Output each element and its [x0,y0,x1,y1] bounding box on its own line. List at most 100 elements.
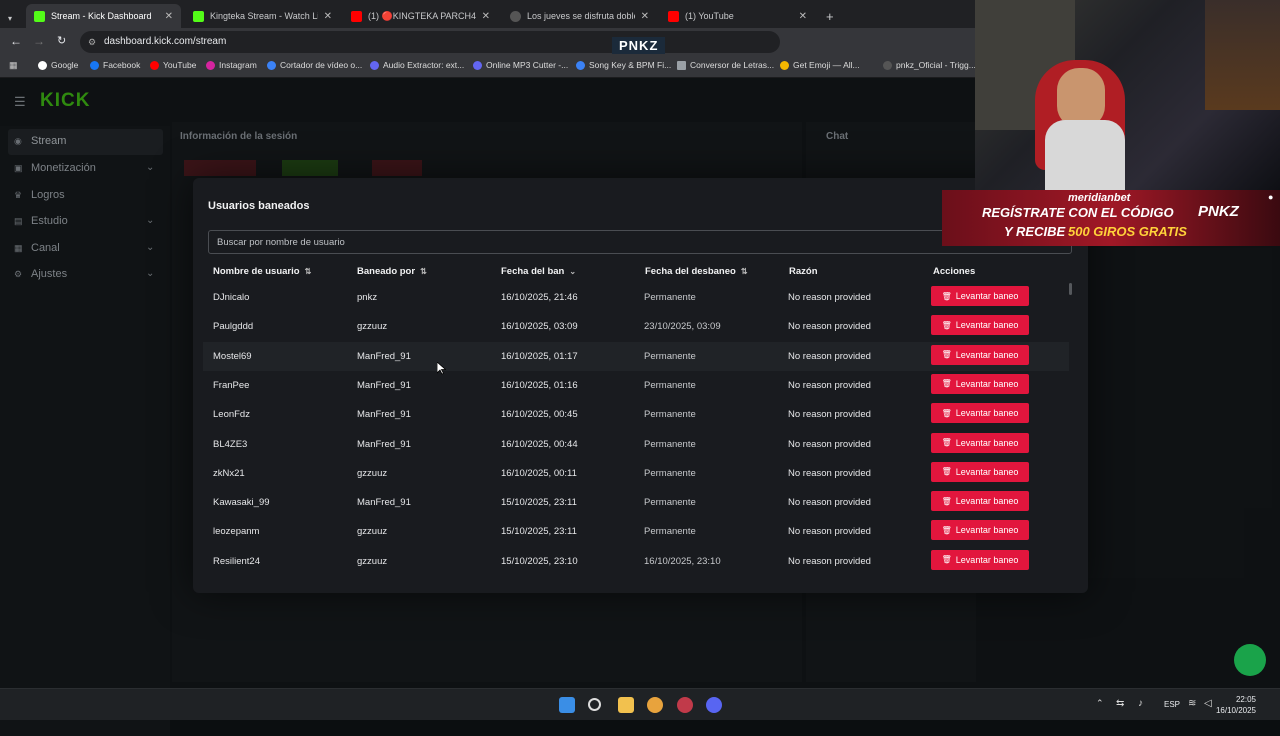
search-icon[interactable] [588,698,601,711]
network-icon[interactable]: ⇆ [1116,698,1124,709]
banner-line2b: 500 GIROS GRATIS [1068,224,1187,239]
bookmark-audio-extractor[interactable]: Audio Extractor: ext... [370,60,464,70]
sidebar-item-label: Estudio [31,215,68,227]
sidebar-item-stream[interactable]: ◉ Stream [14,135,66,147]
close-icon[interactable]: ● [1268,192,1273,202]
scrollbar[interactable] [1069,283,1072,295]
sidebar-item-ajustes[interactable]: ⚙ Ajustes [14,268,67,280]
unban-button[interactable]: 🗑 Levantar baneo [931,461,1029,482]
forward-icon[interactable]: → [33,34,45,48]
bookmark-song-key[interactable]: Song Key & BPM Fi... [576,60,671,70]
cell-banned-by: ManFred_91 [357,350,411,362]
bookmarks-bar: ▦ Google Facebook YouTube Instagram Cort… [0,56,976,78]
table-row: zkNx21 gzzuuz 16/10/2025, 00:11 Permanente N… [203,459,1069,488]
sidebar-item-logros[interactable]: ♛ Logros [14,189,65,201]
support-button[interactable] [1234,644,1266,676]
tab-youtube[interactable]: (1) YouTube ✕ [660,4,815,28]
dashboard-sidebar: ◉ Stream ▣ Monetización ⌄ ♛ Logros ▤ Estudio… [0,126,170,736]
tab-label: Kingteka Stream - Watch Live o [210,11,318,21]
kick-logo[interactable]: KICK [40,90,90,112]
menu-icon[interactable]: ☰ [14,94,26,110]
close-icon[interactable]: ✕ [476,11,490,22]
sidebar-item-label: Logros [31,189,65,201]
cell-unban-date: Permanente [644,526,696,538]
unban-button-label: Levantar baneo [955,378,1019,389]
table-row: Kawasaki_99 ManFred_91 15/10/2025, 23:11 Pe… [203,488,1069,517]
cell-banned-by: ManFred_91 [357,379,411,391]
bookmark-label: pnkz_Oficial - Trigg... [896,60,976,70]
unban-button[interactable]: 🗑 Levantar baneo [931,286,1029,306]
chevron-up-icon[interactable]: ⌃ [1096,698,1104,709]
column-header-unban-date[interactable]: Fecha del desbaneo ⇅ [645,266,748,277]
banner-brand: meridianbet [1068,192,1131,204]
site-info-icon[interactable]: ⚙ [88,31,96,53]
close-icon[interactable]: ✕ [793,11,807,22]
chrome-icon[interactable] [647,697,663,713]
chevron-down-icon[interactable]: ⌄ [146,215,154,226]
chat-settings-panel [1084,248,1244,578]
reload-icon[interactable]: ↻ [57,34,66,47]
tab-youtube-live[interactable]: (1) 🔴KINGTEKA PARCH4 A CI ✕ [343,4,498,28]
tab-search-button[interactable]: ▾ [4,6,16,30]
sidebar-item-estudio[interactable]: ▤ Estudio [14,215,68,227]
chat-title: Chat [826,131,849,142]
sidebar-item-monetizacion[interactable]: ▣ Monetización [14,162,96,174]
header-label: Baneado por [357,266,416,277]
discord-icon[interactable] [706,697,722,713]
column-header-ban-date[interactable]: Fecha del ban ⌄ [501,266,576,277]
language-indicator[interactable]: ESP [1164,700,1180,709]
unban-button[interactable]: 🗑 Levantar baneo [931,432,1029,453]
close-icon[interactable]: ✕ [318,11,332,22]
session-title: Información de la sesión [180,131,298,142]
column-header-banned-by[interactable]: Baneado por ⇅ [357,266,427,277]
back-icon[interactable]: ← [10,34,22,48]
chevron-down-icon[interactable]: ⌄ [146,242,154,253]
bookmark-facebook[interactable]: Facebook [90,60,140,70]
close-icon[interactable]: ✕ [635,11,649,22]
cell-username: Mostel69 [213,350,252,362]
column-header-username[interactable]: Nombre de usuario ⇅ [213,266,311,277]
unban-button[interactable]: 🗑 Levantar baneo [931,549,1029,570]
start-icon[interactable] [559,697,575,713]
unban-button[interactable]: 🗑 Levantar baneo [931,344,1029,365]
trophy-icon: ♛ [14,189,23,200]
tab-stream[interactable]: Stream - Kick Dashboard ✕ [26,4,181,28]
new-tab-button[interactable]: + [818,4,840,28]
tab-jueves[interactable]: Los jueves se disfruta doble | C ✕ [502,4,657,28]
bookmark-google[interactable]: Google [38,60,78,70]
clock[interactable]: 22:05 16/10/2025 [1216,694,1256,716]
cell-ban-date: 16/10/2025, 00:11 [501,467,577,479]
bookmark-youtube[interactable]: YouTube [150,60,196,70]
cell-banned-by: pnkz [357,292,378,303]
tab-label: Stream - Kick Dashboard [51,11,152,21]
cell-ban-date: 15/10/2025, 23:10 [501,555,578,567]
obs-icon[interactable] [677,697,693,713]
unban-button[interactable]: 🗑 Levantar baneo [931,520,1029,541]
youtube-favicon-icon [668,10,679,22]
close-icon[interactable]: ✕ [159,11,173,22]
unban-button[interactable]: 🗑 Levantar baneo [931,373,1029,394]
bookmark-pnkz-oficial[interactable]: pnkz_Oficial - Trigg... [883,60,976,70]
bookmark-instagram[interactable]: Instagram [206,60,257,70]
wifi-icon[interactable]: ≋ [1188,698,1196,709]
chevron-down-icon[interactable]: ⌄ [146,268,154,279]
volume-icon[interactable]: ◁ [1204,698,1212,709]
bookmark-label: Instagram [219,60,257,70]
promo-banner: meridianbet REGÍSTRATE CON EL CÓDIGO PNK… [942,190,1280,246]
url-bar[interactable]: ⚙ dashboard.kick.com/stream [80,31,780,53]
unban-button[interactable]: 🗑 Levantar baneo [931,403,1029,424]
file-explorer-icon[interactable] [618,697,634,713]
bookmark-cortador[interactable]: Cortador de vídeo o... [267,60,362,70]
bookmark-conversor[interactable]: Conversor de Letras... [677,60,774,70]
chevron-down-icon[interactable]: ⌄ [146,162,154,173]
unban-button[interactable]: 🗑 Levantar baneo [931,315,1029,336]
bookmark-mp3-cutter[interactable]: Online MP3 Cutter -... [473,60,568,70]
tab-kingteka-stream[interactable]: Kingteka Stream - Watch Live o ✕ [185,4,340,28]
cell-banned-by: gzzuuz [357,321,388,333]
apps-grid-icon[interactable]: ▦ [9,60,18,71]
sidebar-item-canal[interactable]: ▦ Canal [14,242,60,254]
mic-icon[interactable]: ♪ [1138,698,1143,709]
cell-reason: No reason provided [788,350,871,362]
bookmark-get-emoji[interactable]: Get Emoji — All... [780,60,860,70]
unban-button[interactable]: 🗑 Levantar baneo [931,491,1029,512]
